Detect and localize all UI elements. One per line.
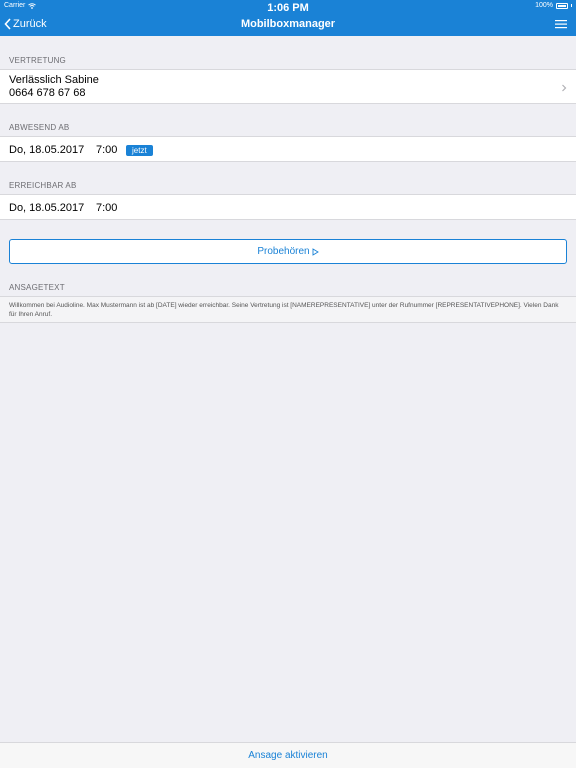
representative-cell[interactable]: Verlässlich Sabine 0664 678 67 68	[0, 69, 576, 104]
play-icon	[312, 247, 319, 256]
representative-phone: 0664 678 67 68	[9, 87, 86, 99]
reachable-date[interactable]: Do, 18.05.2017	[9, 202, 84, 214]
hamburger-menu-icon[interactable]	[554, 17, 568, 31]
absent-date[interactable]: Do, 18.05.2017	[9, 144, 84, 156]
now-badge[interactable]: jetzt	[126, 145, 153, 156]
listen-button-label: Probehören	[257, 246, 310, 257]
reachable-from-cell[interactable]: Do, 18.05.2017 7:00	[0, 194, 576, 220]
section-header-announcement: ANSAGETEXT	[9, 283, 65, 292]
representative-name: Verlässlich Sabine	[9, 74, 99, 86]
announcement-text-box: Willkommen bei Audioline. Max Mustermann…	[0, 296, 576, 323]
announcement-text: Willkommen bei Audioline. Max Mustermann…	[9, 302, 559, 318]
section-header-representative: VERTRETUNG	[9, 56, 66, 65]
status-bar: Carrier 1:06 PM 100%	[0, 0, 576, 14]
battery-percent: 100%	[535, 2, 553, 9]
absent-from-cell[interactable]: Do, 18.05.2017 7:00 jetzt	[0, 136, 576, 162]
battery-info: 100%	[535, 2, 572, 9]
listen-button[interactable]: Probehören	[9, 239, 567, 264]
page-title: Mobilboxmanager	[240, 18, 336, 30]
footer-toolbar: Ansage aktivieren	[0, 742, 576, 768]
reachable-time[interactable]: 7:00	[96, 202, 117, 214]
absent-time[interactable]: 7:00	[96, 144, 117, 156]
section-header-absent: ABWESEND AB	[9, 123, 70, 132]
section-header-reachable: ERREICHBAR AB	[9, 181, 77, 190]
navigation-bar: Zurück Mobilboxmanager	[0, 12, 576, 36]
activate-announcement-button[interactable]: Ansage aktivieren	[248, 750, 328, 761]
battery-tip	[571, 4, 572, 7]
battery-icon	[556, 2, 568, 9]
chevron-right-icon	[562, 84, 567, 92]
